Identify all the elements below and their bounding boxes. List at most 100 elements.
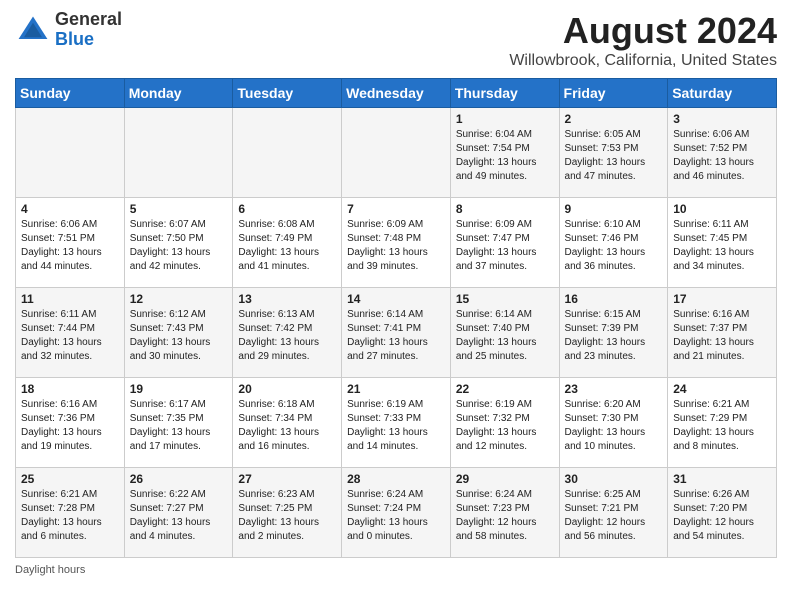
day-info: Sunrise: 6:10 AM Sunset: 7:46 PM Dayligh…: [565, 218, 663, 274]
footer-daylight: Daylight hours: [15, 564, 777, 576]
calendar-cell: 11Sunrise: 6:11 AM Sunset: 7:44 PM Dayli…: [16, 288, 125, 378]
calendar-cell: 22 Sunrise: 6:19 AM Sunset: 7:32 PM Dayli…: [450, 378, 559, 468]
day-info: Sunrise: 6:21 AM Sunset: 7:28 PM Dayligh…: [21, 488, 119, 544]
day-number: 14: [347, 292, 445, 306]
calendar-cell: 15 Sunrise: 6:14 AM Sunset: 7:40 PM Dayli…: [450, 288, 559, 378]
calendar-cell: [124, 108, 233, 198]
day-info: Sunrise: 6:06 AM Sunset: 7:51 PM Dayligh…: [21, 218, 119, 274]
day-number: 21: [347, 382, 445, 396]
day-number: 17: [673, 292, 771, 306]
day-number: 4: [21, 202, 119, 216]
calendar-cell: 16 Sunrise: 6:15 AM Sunset: 7:39 PM Dayli…: [559, 288, 668, 378]
calendar-week-row: 4 Sunrise: 6:06 AM Sunset: 7:51 PM Daylig…: [16, 198, 777, 288]
day-number: 7: [347, 202, 445, 216]
header-tuesday: Tuesday: [233, 79, 342, 108]
title-block: August 2024 Willowbrook, California, Uni…: [509, 10, 777, 70]
calendar-cell: 20 Sunrise: 6:18 AM Sunset: 7:34 PM Dayli…: [233, 378, 342, 468]
calendar-cell: 21 Sunrise: 6:19 AM Sunset: 7:33 PM Dayli…: [342, 378, 451, 468]
calendar-cell: 24Sunrise: 6:21 AM Sunset: 7:29 PM Dayli…: [668, 378, 777, 468]
day-number: 1: [456, 112, 554, 126]
calendar-cell: 3 Sunrise: 6:06 AM Sunset: 7:52 PM Daylig…: [668, 108, 777, 198]
day-info: Sunrise: 6:24 AM Sunset: 7:24 PM Dayligh…: [347, 488, 445, 544]
day-info: Sunrise: 6:17 AM Sunset: 7:35 PM Dayligh…: [130, 398, 228, 454]
logo-general: General: [55, 9, 122, 29]
day-number: 15: [456, 292, 554, 306]
logo: General Blue: [15, 10, 122, 50]
day-number: 11: [21, 292, 119, 306]
calendar-cell: 9Sunrise: 6:10 AM Sunset: 7:46 PM Daylig…: [559, 198, 668, 288]
calendar-cell: 30 Sunrise: 6:25 AM Sunset: 7:21 PM Dayli…: [559, 468, 668, 558]
calendar-cell: 6Sunrise: 6:08 AM Sunset: 7:49 PM Daylig…: [233, 198, 342, 288]
day-info: Sunrise: 6:22 AM Sunset: 7:27 PM Dayligh…: [130, 488, 228, 544]
page-header: General Blue August 2024 Willowbrook, Ca…: [15, 10, 777, 70]
calendar-cell: 26 Sunrise: 6:22 AM Sunset: 7:27 PM Dayli…: [124, 468, 233, 558]
day-number: 24: [673, 382, 771, 396]
day-info: Sunrise: 6:07 AM Sunset: 7:50 PM Dayligh…: [130, 218, 228, 274]
day-number: 5: [130, 202, 228, 216]
day-info: Sunrise: 6:18 AM Sunset: 7:34 PM Dayligh…: [238, 398, 336, 454]
day-info: Sunrise: 6:12 AM Sunset: 7:43 PM Dayligh…: [130, 308, 228, 364]
calendar-cell: 5 Sunrise: 6:07 AM Sunset: 7:50 PM Daylig…: [124, 198, 233, 288]
day-info: Sunrise: 6:14 AM Sunset: 7:41 PM Dayligh…: [347, 308, 445, 364]
calendar-week-row: 18 Sunrise: 6:16 AM Sunset: 7:36 PM Dayli…: [16, 378, 777, 468]
calendar-cell: 8 Sunrise: 6:09 AM Sunset: 7:47 PM Daylig…: [450, 198, 559, 288]
header-thursday: Thursday: [450, 79, 559, 108]
calendar-week-row: 11Sunrise: 6:11 AM Sunset: 7:44 PM Dayli…: [16, 288, 777, 378]
day-number: 6: [238, 202, 336, 216]
calendar-cell: 27Sunrise: 6:23 AM Sunset: 7:25 PM Dayli…: [233, 468, 342, 558]
calendar-cell: 14 Sunrise: 6:14 AM Sunset: 7:41 PM Dayli…: [342, 288, 451, 378]
calendar-cell: 29 Sunrise: 6:24 AM Sunset: 7:23 PM Dayli…: [450, 468, 559, 558]
header-friday: Friday: [559, 79, 668, 108]
calendar-cell: 25 Sunrise: 6:21 AM Sunset: 7:28 PM Dayli…: [16, 468, 125, 558]
day-number: 23: [565, 382, 663, 396]
day-number: 22: [456, 382, 554, 396]
day-info: Sunrise: 6:06 AM Sunset: 7:52 PM Dayligh…: [673, 128, 771, 184]
calendar-cell: 28Sunrise: 6:24 AM Sunset: 7:24 PM Dayli…: [342, 468, 451, 558]
day-number: 29: [456, 472, 554, 486]
header-saturday: Saturday: [668, 79, 777, 108]
day-number: 18: [21, 382, 119, 396]
calendar-cell: 19Sunrise: 6:17 AM Sunset: 7:35 PM Dayli…: [124, 378, 233, 468]
header-wednesday: Wednesday: [342, 79, 451, 108]
day-info: Sunrise: 6:04 AM Sunset: 7:54 PM Dayligh…: [456, 128, 554, 184]
header-sunday: Sunday: [16, 79, 125, 108]
day-info: Sunrise: 6:24 AM Sunset: 7:23 PM Dayligh…: [456, 488, 554, 544]
calendar-cell: 13Sunrise: 6:13 AM Sunset: 7:42 PM Dayli…: [233, 288, 342, 378]
day-info: Sunrise: 6:14 AM Sunset: 7:40 PM Dayligh…: [456, 308, 554, 364]
calendar-cell: [233, 108, 342, 198]
main-title: August 2024: [509, 10, 777, 52]
day-number: 16: [565, 292, 663, 306]
day-info: Sunrise: 6:19 AM Sunset: 7:32 PM Dayligh…: [456, 398, 554, 454]
day-info: Sunrise: 6:23 AM Sunset: 7:25 PM Dayligh…: [238, 488, 336, 544]
day-info: Sunrise: 6:09 AM Sunset: 7:47 PM Dayligh…: [456, 218, 554, 274]
calendar-table: SundayMondayTuesdayWednesdayThursdayFrid…: [15, 78, 777, 558]
calendar-cell: 10Sunrise: 6:11 AM Sunset: 7:45 PM Dayli…: [668, 198, 777, 288]
day-number: 30: [565, 472, 663, 486]
calendar-cell: 18 Sunrise: 6:16 AM Sunset: 7:36 PM Dayli…: [16, 378, 125, 468]
calendar-header-row: SundayMondayTuesdayWednesdayThursdayFrid…: [16, 79, 777, 108]
day-number: 8: [456, 202, 554, 216]
day-number: 20: [238, 382, 336, 396]
calendar-cell: 7 Sunrise: 6:09 AM Sunset: 7:48 PM Daylig…: [342, 198, 451, 288]
logo-blue: Blue: [55, 29, 94, 49]
calendar-cell: [16, 108, 125, 198]
day-number: 26: [130, 472, 228, 486]
day-info: Sunrise: 6:09 AM Sunset: 7:48 PM Dayligh…: [347, 218, 445, 274]
day-info: Sunrise: 6:05 AM Sunset: 7:53 PM Dayligh…: [565, 128, 663, 184]
calendar-cell: 2 Sunrise: 6:05 AM Sunset: 7:53 PM Daylig…: [559, 108, 668, 198]
day-info: Sunrise: 6:20 AM Sunset: 7:30 PM Dayligh…: [565, 398, 663, 454]
day-number: 3: [673, 112, 771, 126]
logo-icon: [15, 12, 51, 48]
calendar-cell: 4 Sunrise: 6:06 AM Sunset: 7:51 PM Daylig…: [16, 198, 125, 288]
day-info: Sunrise: 6:15 AM Sunset: 7:39 PM Dayligh…: [565, 308, 663, 364]
calendar-cell: 23 Sunrise: 6:20 AM Sunset: 7:30 PM Dayli…: [559, 378, 668, 468]
day-number: 25: [21, 472, 119, 486]
calendar-cell: [342, 108, 451, 198]
day-info: Sunrise: 6:16 AM Sunset: 7:36 PM Dayligh…: [21, 398, 119, 454]
day-number: 31: [673, 472, 771, 486]
day-info: Sunrise: 6:25 AM Sunset: 7:21 PM Dayligh…: [565, 488, 663, 544]
day-number: 2: [565, 112, 663, 126]
day-number: 12: [130, 292, 228, 306]
day-info: Sunrise: 6:19 AM Sunset: 7:33 PM Dayligh…: [347, 398, 445, 454]
day-info: Sunrise: 6:16 AM Sunset: 7:37 PM Dayligh…: [673, 308, 771, 364]
